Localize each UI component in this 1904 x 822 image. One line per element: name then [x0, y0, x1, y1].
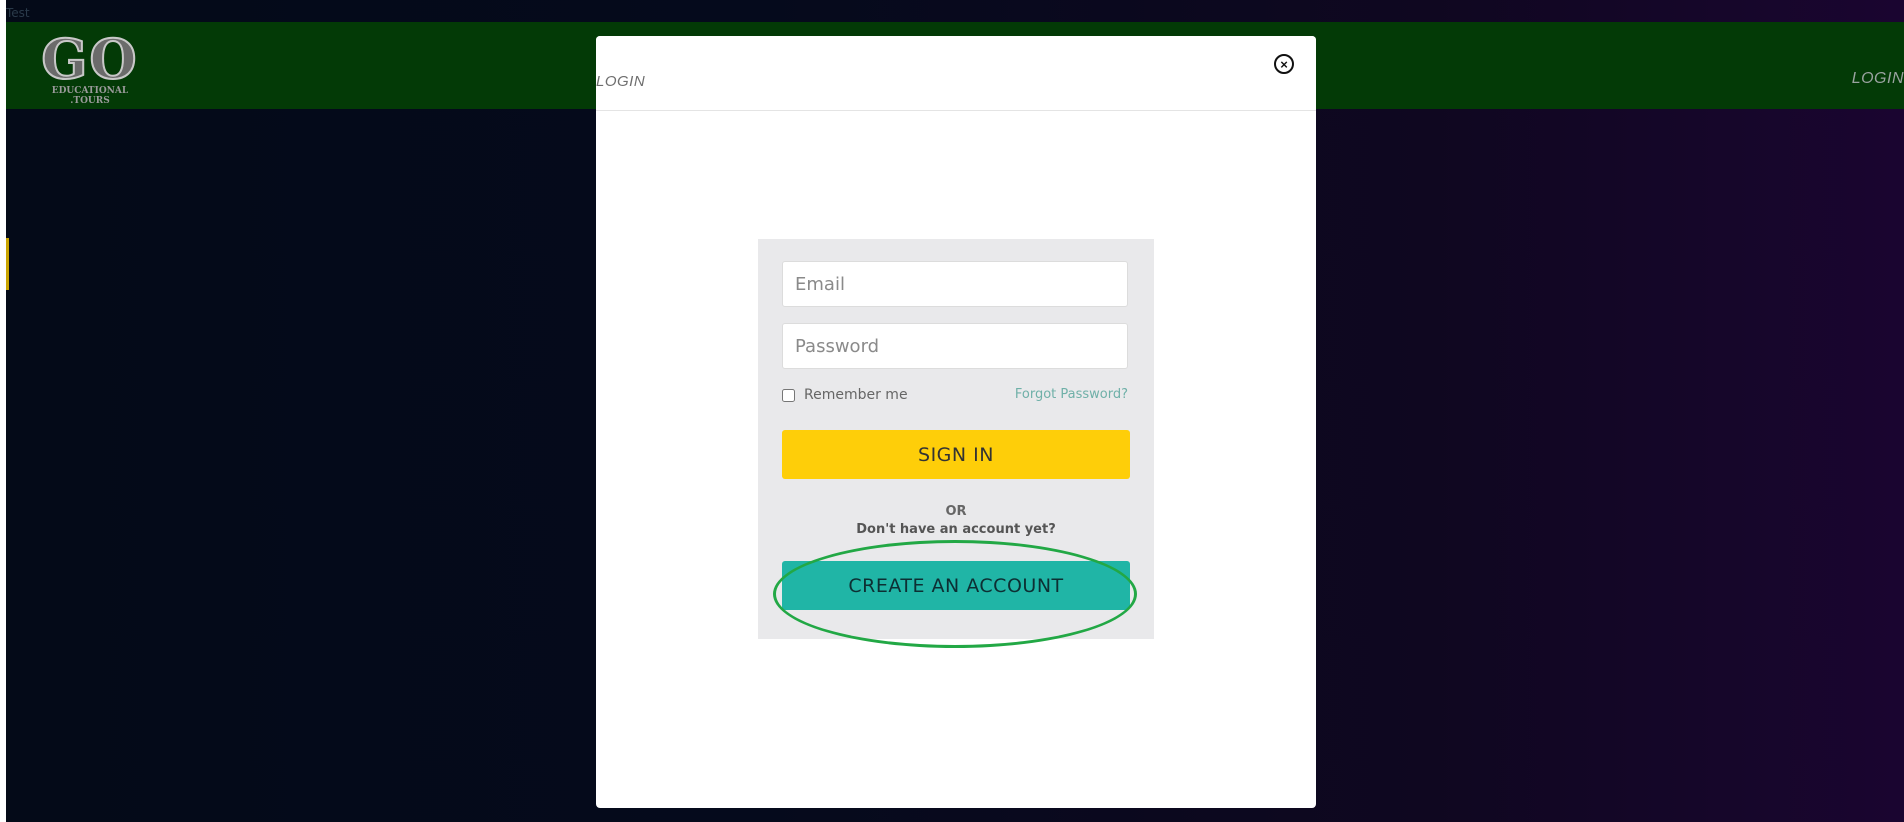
modal-header: LOGIN ×: [596, 36, 1316, 111]
left-edge-marker: [6, 238, 9, 290]
or-divider: OR: [945, 504, 967, 519]
remember-me-checkbox[interactable]: [782, 389, 795, 402]
no-account-text: Don't have an account yet?: [856, 522, 1056, 537]
logo-line-2: .TOURS: [70, 96, 110, 106]
close-icon[interactable]: ×: [1274, 54, 1294, 74]
close-glyph: ×: [1280, 56, 1288, 72]
logo-mark: GO: [40, 27, 139, 91]
logo-line-1: EDUCATIONAL: [51, 86, 129, 96]
site-logo[interactable]: GO EDUCATIONAL .TOURS: [40, 27, 140, 108]
modal-title: LOGIN: [596, 73, 646, 90]
nav-login-link[interactable]: LOGIN: [1852, 70, 1904, 88]
remember-row: Remember me Forgot Password?: [782, 386, 1128, 406]
create-account-button[interactable]: CREATE AN ACCOUNT: [782, 561, 1130, 610]
password-input[interactable]: [782, 323, 1128, 369]
page-label: Test: [6, 6, 30, 20]
forgot-password-link[interactable]: Forgot Password?: [1015, 387, 1128, 402]
login-form: Remember me Forgot Password? SIGN IN OR …: [758, 239, 1154, 639]
login-modal: LOGIN × Remember me Forgot Password? SIG…: [596, 36, 1316, 808]
email-input[interactable]: [782, 261, 1128, 307]
remember-me-label[interactable]: Remember me: [804, 387, 908, 403]
sign-in-button[interactable]: SIGN IN: [782, 430, 1130, 479]
